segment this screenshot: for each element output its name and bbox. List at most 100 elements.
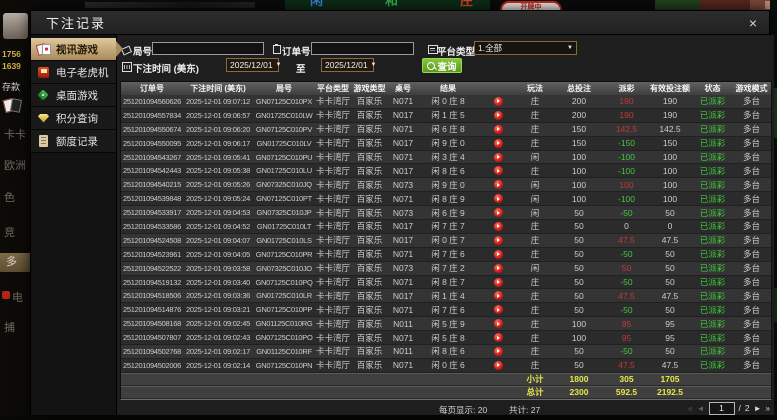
- cell: 卡卡湾厅: [315, 206, 351, 219]
- cell: -50: [606, 276, 647, 289]
- cell: -100: [606, 151, 647, 164]
- page-total: 2: [745, 403, 750, 413]
- clipboard-icon: [271, 43, 282, 54]
- replay-icon[interactable]: [494, 347, 503, 356]
- date-to-picker[interactable]: 2025/12/01 ▼: [321, 58, 374, 72]
- prev-page-button[interactable]: ◄: [697, 404, 705, 413]
- replay-icon[interactable]: [494, 153, 503, 162]
- cell: 已派彩: [693, 289, 732, 302]
- search-icon: [427, 62, 435, 70]
- search-button[interactable]: 查询: [422, 58, 462, 73]
- cell-replay: [478, 164, 518, 177]
- diamond-icon: [37, 112, 51, 125]
- cell: 百家乐: [351, 192, 388, 205]
- replay-icon[interactable]: [494, 125, 503, 134]
- replay-icon[interactable]: [494, 194, 503, 203]
- next-page-button[interactable]: ►: [754, 404, 762, 413]
- cell: [183, 387, 253, 398]
- cell: [732, 387, 771, 398]
- replay-icon[interactable]: [494, 264, 503, 273]
- cell: 卡卡湾厅: [315, 151, 351, 164]
- cell: 百家乐: [351, 248, 388, 261]
- cell: GN01725C010LT: [253, 220, 315, 233]
- sidebar-item-dice[interactable]: 桌面游戏: [31, 84, 116, 107]
- cell: 闲: [518, 262, 552, 275]
- replay-icon[interactable]: [494, 222, 503, 231]
- replay-icon[interactable]: [494, 291, 503, 300]
- cell: 已派彩: [693, 345, 732, 358]
- total-count-label: 共计: 27: [509, 404, 540, 416]
- replay-icon[interactable]: [494, 111, 503, 120]
- replay-icon[interactable]: [494, 97, 503, 106]
- replay-icon[interactable]: [494, 180, 503, 189]
- cell: N073: [388, 178, 418, 191]
- replay-icon[interactable]: [494, 166, 503, 175]
- cell: 多台: [732, 331, 771, 344]
- table-row: 2512010945245082025-12-01 09:04:07GN0172…: [121, 234, 771, 248]
- cell: 卡卡湾厅: [315, 95, 351, 108]
- cell-replay: [478, 248, 518, 261]
- sidebar-item-label: 视讯游戏: [56, 42, 98, 57]
- cell: 50: [647, 262, 693, 275]
- date-from-picker[interactable]: 2025/12/01 ▼: [226, 58, 279, 72]
- first-page-button[interactable]: «: [688, 404, 692, 413]
- cell: [315, 387, 351, 398]
- cell-replay: [478, 123, 518, 136]
- cell: 已派彩: [693, 137, 732, 150]
- cell: 2025-12-01 09:04:52: [183, 220, 253, 233]
- subtotal-label: 小计: [518, 374, 552, 385]
- cell: 百家乐: [351, 137, 388, 150]
- background-menu-fragment: 捕: [4, 319, 15, 335]
- replay-icon[interactable]: [494, 361, 503, 370]
- background-left-panel: 1756 1639 存款 卡卡欧洲色竞多电捕: [0, 0, 30, 420]
- cell: 2192.5: [647, 387, 693, 398]
- cell: GN01725C010LV: [253, 137, 315, 150]
- cell-replay: [478, 206, 518, 219]
- page-number-input[interactable]: 1: [709, 402, 735, 415]
- total-row: 总计2300592.52192.5: [121, 386, 771, 399]
- cell: 庄: [518, 123, 552, 136]
- replay-icon[interactable]: [494, 305, 503, 314]
- sidebar-item-label: 额度记录: [56, 134, 98, 149]
- cell: 闲 7 庄 2: [418, 262, 478, 275]
- cell-replay: [478, 303, 518, 316]
- cell: 多台: [732, 137, 771, 150]
- cell: 251201094550674: [121, 123, 183, 136]
- background-menu-fragment: 电: [12, 289, 23, 305]
- sidebar-item-diamond[interactable]: 积分查询: [31, 107, 116, 130]
- replay-icon[interactable]: [494, 333, 503, 342]
- sidebar-item-slot[interactable]: 电子老虎机: [31, 61, 116, 84]
- cell: 多台: [732, 151, 771, 164]
- cell: GN01125C010RF: [253, 345, 315, 358]
- replay-icon[interactable]: [494, 319, 503, 328]
- sidebar-item-label: 积分查询: [56, 111, 98, 126]
- cell: 百家乐: [351, 109, 388, 122]
- replay-icon[interactable]: [494, 208, 503, 217]
- last-page-button[interactable]: »: [766, 404, 770, 413]
- replay-icon[interactable]: [494, 278, 503, 287]
- cell: 251201094533586: [121, 220, 183, 233]
- cell-replay: [478, 234, 518, 247]
- order-input[interactable]: [311, 42, 414, 55]
- cell: [351, 387, 388, 398]
- cell: 庄: [518, 220, 552, 233]
- replay-icon[interactable]: [494, 236, 503, 245]
- column-header-spacer: [478, 82, 518, 95]
- background-text-fragment: [85, 2, 255, 8]
- cell: [478, 387, 518, 398]
- close-icon[interactable]: ×: [749, 16, 757, 30]
- round-input[interactable]: [152, 42, 264, 55]
- cell: N071: [388, 123, 418, 136]
- replay-icon[interactable]: [494, 139, 503, 148]
- sidebar-item-ledger[interactable]: 额度记录: [31, 130, 116, 153]
- platform-select[interactable]: 1.全部 ▼: [474, 41, 577, 55]
- sidebar-item-cards[interactable]: 视讯游戏: [31, 38, 116, 61]
- cell: 多台: [732, 206, 771, 219]
- cell: 47.5: [647, 289, 693, 302]
- background-menu-fragment: 色: [4, 189, 15, 205]
- cell: 庄: [518, 276, 552, 289]
- cell: 闲 9 庄 0: [418, 137, 478, 150]
- cell: 已派彩: [693, 303, 732, 316]
- replay-icon[interactable]: [494, 250, 503, 259]
- table-row: 2512010945148762025-12-01 09:03:21GN0712…: [121, 303, 771, 317]
